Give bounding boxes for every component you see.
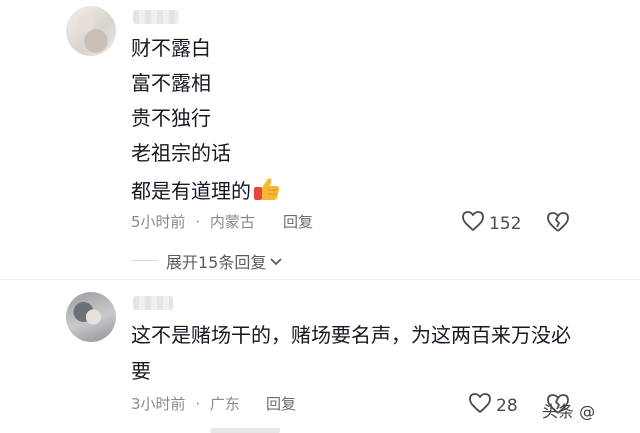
comment-meta: 3小时前 · 广东	[131, 394, 240, 414]
comment-text-line: 贵不独行	[131, 106, 211, 130]
comment-meta: 5小时前 · 内蒙古	[131, 212, 255, 232]
comment-divider	[0, 279, 640, 280]
dislike-button[interactable]	[545, 210, 571, 238]
separator: ·	[195, 395, 201, 413]
username-blurred[interactable]	[133, 10, 179, 24]
reply-button[interactable]: 回复	[266, 394, 296, 414]
comment-text: 都是有道理的	[131, 179, 251, 203]
like-button[interactable]: 152	[461, 210, 521, 237]
thumbs-up-emoji	[253, 176, 281, 208]
expand-replies-label: 展开15条回复	[166, 253, 267, 272]
like-button[interactable]: 28	[468, 392, 518, 419]
expand-divider	[132, 260, 158, 261]
expand-replies-button[interactable]: 展开15条回复	[166, 249, 283, 273]
comment-text-line: 都是有道理的	[131, 176, 281, 208]
username-blurred[interactable]	[133, 296, 173, 310]
comment-text-line: 富不露相	[131, 71, 211, 95]
separator: ·	[195, 213, 201, 231]
like-count: 28	[496, 395, 518, 416]
truncated-content	[210, 428, 280, 433]
watermark: 头条 @	[542, 402, 596, 421]
timestamp: 3小时前	[131, 395, 186, 413]
comment-text-line: 财不露白	[131, 36, 211, 60]
avatar[interactable]	[66, 292, 116, 342]
timestamp: 5小时前	[131, 213, 186, 231]
reply-button[interactable]: 回复	[283, 212, 313, 232]
location: 广东	[209, 395, 240, 413]
comment-text-line: 老祖宗的话	[131, 141, 231, 165]
comment-text-line: 这不是赌场干的，赌场要名声，为这两百来万没必	[131, 323, 571, 347]
comment-text-line: 要	[131, 359, 151, 383]
like-count: 152	[489, 213, 522, 234]
avatar[interactable]	[66, 6, 116, 56]
heart-icon	[461, 210, 485, 237]
chevron-down-icon	[269, 252, 283, 271]
heart-icon	[468, 392, 492, 419]
broken-heart-icon	[545, 212, 571, 238]
location: 内蒙古	[209, 213, 255, 231]
